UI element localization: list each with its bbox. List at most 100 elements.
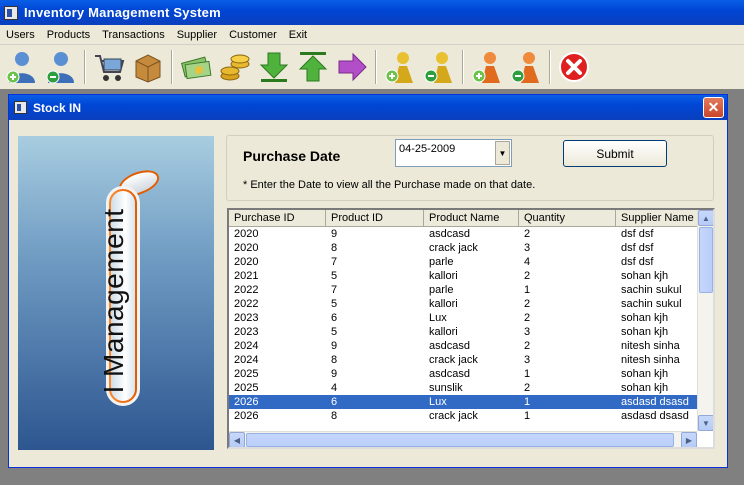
table-cell: sohan kjh bbox=[621, 368, 669, 380]
menu-products[interactable]: Products bbox=[41, 29, 96, 41]
table-cell: 2020 bbox=[234, 242, 259, 254]
menu-bar: Users Products Transactions Supplier Cus… bbox=[0, 25, 744, 45]
purchase-date-picker[interactable]: 04-25-2009 ▼ bbox=[395, 139, 512, 167]
menu-customer[interactable]: Customer bbox=[223, 29, 283, 41]
add-supplier-button[interactable] bbox=[382, 49, 418, 85]
product-box-button[interactable] bbox=[130, 49, 166, 85]
submit-button[interactable]: Submit bbox=[563, 140, 667, 167]
scroll-up-icon[interactable]: ▲ bbox=[698, 210, 713, 226]
table-row[interactable]: 2025 9 asdcasd 1 sohan kjh bbox=[229, 367, 700, 381]
vertical-scroll-thumb[interactable] bbox=[699, 227, 713, 293]
table-cell: 2 bbox=[524, 340, 531, 352]
right-arrow-icon bbox=[338, 52, 367, 82]
remove-customer-button[interactable] bbox=[508, 49, 544, 85]
table-cell: 2 bbox=[524, 270, 531, 282]
table-cell: 2026 bbox=[234, 410, 259, 422]
money-button[interactable] bbox=[178, 49, 214, 85]
table-cell: 2024 bbox=[234, 340, 259, 352]
table-cell: 1 bbox=[524, 368, 531, 380]
table-cell: 8 bbox=[331, 242, 338, 254]
column-header-supplier-name[interactable]: Supplier Name bbox=[616, 210, 700, 227]
table-row[interactable]: 2024 9 asdcasd 2 nitesh sinha bbox=[229, 339, 700, 353]
horizontal-scrollbar[interactable]: ◀ ▶ bbox=[229, 431, 697, 447]
column-header-quantity[interactable]: Quantity bbox=[519, 210, 616, 227]
scroll-right-icon[interactable]: ▶ bbox=[681, 432, 697, 447]
table-cell: sohan kjh bbox=[621, 312, 669, 324]
table-cell: 5 bbox=[331, 270, 338, 282]
dropdown-arrow-icon[interactable]: ▼ bbox=[495, 141, 510, 165]
toolbar-separator bbox=[462, 50, 464, 84]
table-cell: 2022 bbox=[234, 298, 259, 310]
table-cell: 1 bbox=[524, 284, 531, 296]
table-row[interactable]: 2022 5 kallori 2 sachin sukul bbox=[229, 297, 700, 311]
table-row[interactable]: 2020 9 asdcasd 2 dsf dsf bbox=[229, 227, 700, 241]
table-row[interactable]: 2022 7 parle 1 sachin sukul bbox=[229, 283, 700, 297]
menu-exit[interactable]: Exit bbox=[283, 29, 313, 41]
add-supplier-icon bbox=[385, 52, 413, 83]
table-row[interactable]: 2023 6 Lux 2 sohan kjh bbox=[229, 311, 700, 325]
menu-users[interactable]: Users bbox=[0, 29, 41, 41]
transfer-button[interactable] bbox=[334, 49, 370, 85]
table-row[interactable]: 2026 8 crack jack 1 asdasd dsasd bbox=[229, 409, 700, 423]
banner-text: I Management bbox=[98, 208, 129, 394]
remove-supplier-button[interactable] bbox=[421, 49, 457, 85]
stock-in-button[interactable] bbox=[256, 49, 292, 85]
table-cell: crack jack bbox=[429, 354, 478, 366]
close-button[interactable]: ✕ bbox=[703, 97, 724, 118]
table-row[interactable]: 2023 5 kallori 3 sohan kjh bbox=[229, 325, 700, 339]
table-row[interactable]: 2020 8 crack jack 3 dsf dsf bbox=[229, 241, 700, 255]
hint-text: * Enter the Date to view all the Purchas… bbox=[243, 179, 536, 191]
table-cell: 4 bbox=[331, 382, 338, 394]
table-cell: crack jack bbox=[429, 242, 478, 254]
table-row[interactable]: 2026 6 Lux 1 asdasd dsasd bbox=[229, 395, 700, 409]
vertical-scrollbar[interactable]: ▲ ▼ bbox=[697, 210, 713, 431]
stock-out-button[interactable] bbox=[295, 49, 331, 85]
table-cell: 8 bbox=[331, 354, 338, 366]
menu-supplier[interactable]: Supplier bbox=[171, 29, 223, 41]
remove-user-button[interactable] bbox=[43, 49, 79, 85]
table-cell: dsf dsf bbox=[621, 256, 654, 268]
table-cell: sunslik bbox=[429, 382, 463, 394]
table-cell: 1 bbox=[524, 410, 531, 422]
app-title: Inventory Management System bbox=[24, 5, 221, 20]
window-icon bbox=[14, 101, 27, 114]
table-cell: kallori bbox=[429, 298, 458, 310]
scroll-left-icon[interactable]: ◀ bbox=[229, 432, 245, 447]
table-cell: 2 bbox=[524, 298, 531, 310]
table-cell: 2024 bbox=[234, 354, 259, 366]
add-user-button[interactable] bbox=[4, 49, 40, 85]
table-row[interactable]: 2024 8 crack jack 3 nitesh sinha bbox=[229, 353, 700, 367]
stock-in-window: Stock IN ✕ I Management Purchase Date 04… bbox=[8, 94, 728, 468]
table-cell: 3 bbox=[524, 354, 531, 366]
column-header-product-id[interactable]: Product ID bbox=[326, 210, 424, 227]
table-cell: 5 bbox=[331, 326, 338, 338]
table-cell: Lux bbox=[429, 312, 447, 324]
table-cell: 2020 bbox=[234, 256, 259, 268]
menu-transactions[interactable]: Transactions bbox=[96, 29, 171, 41]
add-customer-button[interactable] bbox=[469, 49, 505, 85]
table-cell: nitesh sinha bbox=[621, 340, 680, 352]
brand-banner: I Management bbox=[18, 136, 214, 450]
up-arrow-icon bbox=[298, 52, 328, 82]
table-row[interactable]: 2021 5 kallori 2 sohan kjh bbox=[229, 269, 700, 283]
purchase-date-label: Purchase Date bbox=[243, 148, 341, 164]
shopping-cart-button[interactable] bbox=[91, 49, 127, 85]
exit-button[interactable] bbox=[556, 49, 592, 85]
window-title: Stock IN bbox=[33, 100, 82, 115]
grid-header: Purchase ID Product ID Product Name Quan… bbox=[229, 210, 700, 227]
table-cell: parle bbox=[429, 284, 454, 296]
coins-button[interactable] bbox=[217, 49, 253, 85]
product-box-icon bbox=[135, 54, 161, 83]
column-header-product-name[interactable]: Product Name bbox=[424, 210, 519, 227]
toolbar-separator bbox=[549, 50, 551, 84]
table-cell: kallori bbox=[429, 326, 458, 338]
scroll-down-icon[interactable]: ▼ bbox=[698, 415, 713, 431]
table-cell: 2023 bbox=[234, 312, 259, 324]
close-icon: ✕ bbox=[707, 99, 720, 115]
table-row[interactable]: 2025 4 sunslik 2 sohan kjh bbox=[229, 381, 700, 395]
purchase-grid[interactable]: Purchase ID Product ID Product Name Quan… bbox=[227, 208, 715, 449]
table-cell: 2 bbox=[524, 228, 531, 240]
column-header-purchase-id[interactable]: Purchase ID bbox=[229, 210, 326, 227]
table-row[interactable]: 2020 7 parle 4 dsf dsf bbox=[229, 255, 700, 269]
horizontal-scroll-thumb[interactable] bbox=[246, 433, 674, 447]
